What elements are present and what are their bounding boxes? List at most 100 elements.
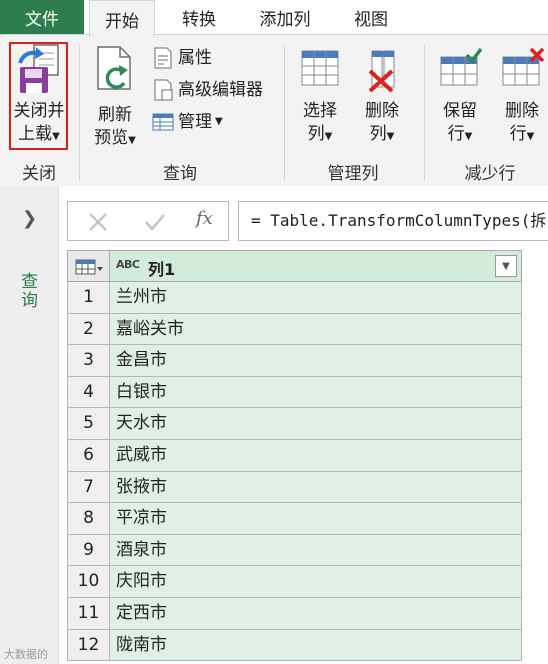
choose-columns-icon	[301, 50, 339, 86]
dropdown-caret-icon: ▼	[128, 135, 136, 146]
row-number[interactable]: 10	[67, 566, 110, 598]
table-cell[interactable]: 武威市	[110, 439, 522, 472]
table-icon	[75, 259, 103, 275]
table-cell[interactable]: 嘉峪关市	[110, 313, 522, 346]
manage-button[interactable]: 管理 ▼	[152, 111, 223, 133]
group-label-close: 关闭	[22, 164, 56, 184]
choose-columns-label-1: 选择	[303, 101, 337, 121]
row-number[interactable]: 7	[67, 471, 110, 504]
expand-pane-chevron-icon[interactable]: ❯	[22, 208, 37, 229]
properties-label: 属性	[178, 48, 212, 68]
table-row[interactable]: 8 平凉市	[67, 503, 522, 535]
row-number[interactable]: 11	[67, 597, 110, 630]
manage-icon	[152, 113, 174, 131]
row-number[interactable]: 6	[67, 439, 110, 472]
remove-columns-label-2: 列	[369, 124, 387, 144]
close-load-label-2: 上载	[18, 124, 53, 144]
table-cell[interactable]: 兰州市	[110, 282, 522, 314]
data-grid: ABC 列1 ▼ 1 兰州市 2 嘉峪关市 3 金昌市 4 白银市 5 天水市 6 武威市 …	[67, 250, 522, 662]
cancel-icon[interactable]	[88, 212, 108, 232]
close-and-load-button[interactable]: 关闭并 上载▼	[10, 43, 68, 148]
tab-add-column[interactable]: 添加列	[246, 0, 324, 34]
remove-columns-label-1: 删除	[365, 101, 399, 121]
dropdown-caret-icon: ▼	[324, 131, 333, 142]
table-row[interactable]: 6 武威市	[67, 439, 522, 472]
advanced-editor-label: 高级编辑器	[178, 80, 263, 100]
confirm-check-icon[interactable]	[144, 212, 166, 232]
ribbon-tab-bar: 文件 开始 转换 添加列 视图	[0, 0, 548, 37]
refresh-icon	[97, 46, 131, 90]
close-load-label-1: 关闭并	[13, 101, 65, 121]
table-cell[interactable]: 陇南市	[110, 629, 522, 662]
table-row[interactable]: 10 庆阳市	[67, 566, 522, 598]
remove-rows-icon	[502, 47, 545, 86]
choose-columns-label-2: 列	[307, 124, 325, 144]
table-row[interactable]: 2 嘉峪关市	[67, 313, 522, 346]
table-cell[interactable]: 平凉市	[110, 503, 522, 535]
table-cell[interactable]: 白银市	[110, 376, 522, 409]
keep-rows-label-1: 保留	[443, 101, 477, 121]
formula-input[interactable]: = Table.TransformColumnTypes(拆	[238, 201, 548, 241]
row-number[interactable]: 4	[67, 376, 110, 409]
table-cell[interactable]: 酒泉市	[110, 534, 522, 567]
row-number[interactable]: 2	[67, 313, 110, 346]
table-row[interactable]: 12 陇南市	[67, 629, 522, 662]
row-number[interactable]: 8	[67, 503, 110, 535]
group-label-query: 查询	[163, 164, 197, 184]
dropdown-caret-icon: ▼	[386, 131, 395, 142]
refresh-preview-label-1: 刷新	[98, 105, 132, 125]
table-row[interactable]: 11 定西市	[67, 597, 522, 630]
table-cell[interactable]: 定西市	[110, 597, 522, 630]
table-cell[interactable]: 天水市	[110, 408, 522, 440]
remove-rows-button[interactable]: 删除 行▼	[494, 47, 548, 148]
row-number[interactable]: 1	[67, 282, 110, 314]
remove-rows-label-1: 删除	[505, 101, 539, 121]
keep-rows-label-2: 行	[447, 124, 465, 144]
column-filter-dropdown[interactable]: ▼	[495, 255, 517, 277]
group-label-reduce-rows: 减少行	[464, 164, 516, 184]
refresh-preview-label-2: 预览	[94, 128, 129, 148]
dropdown-caret-icon: ▼	[52, 131, 60, 142]
text-type-icon[interactable]: ABC	[116, 258, 140, 271]
column-header[interactable]: ABC 列1 ▼	[110, 250, 522, 282]
keep-rows-button[interactable]: 保留 行▼	[432, 47, 488, 148]
advanced-editor-icon	[154, 79, 173, 101]
table-row[interactable]: 4 白银市	[67, 376, 522, 409]
row-number[interactable]: 5	[67, 408, 110, 440]
refresh-preview-button[interactable]: 刷新 预览▼	[86, 45, 144, 152]
group-separator	[284, 45, 285, 180]
row-number[interactable]: 3	[67, 345, 110, 377]
advanced-editor-button[interactable]: 高级编辑器	[152, 79, 263, 101]
table-row[interactable]: 1 兰州市	[67, 282, 522, 314]
tab-home[interactable]: 开始	[89, 0, 155, 37]
remove-columns-button[interactable]: 删除 列▼	[354, 47, 410, 148]
properties-button[interactable]: 属性	[152, 47, 212, 69]
choose-columns-button[interactable]: 选择 列▼	[292, 47, 348, 148]
group-label-manage-columns: 管理列	[327, 164, 379, 184]
grid-header-row: ABC 列1 ▼	[67, 250, 522, 282]
row-number[interactable]: 12	[67, 629, 110, 662]
table-cell[interactable]: 张掖市	[110, 471, 522, 504]
queries-pane-label: 查询	[17, 272, 37, 310]
tab-transform[interactable]: 转换	[166, 0, 232, 34]
dropdown-caret-icon: ▼	[215, 116, 223, 127]
chevron-down-icon: ▼	[502, 260, 510, 272]
table-cell[interactable]: 庆阳市	[110, 566, 522, 598]
formula-bar-tools: fx	[67, 201, 229, 241]
table-row[interactable]: 7 张掖市	[67, 471, 522, 504]
table-row[interactable]: 5 天水市	[67, 408, 522, 440]
ribbon: 关闭并 上载▼ 关闭 刷新 预览▼ 属性 高级编辑器 管理 ▼ 查询 选择 列▼…	[0, 34, 548, 186]
tab-view[interactable]: 视图	[338, 0, 404, 34]
manage-label: 管理	[178, 112, 212, 132]
table-row[interactable]: 9 酒泉市	[67, 534, 522, 567]
table-cell[interactable]: 金昌市	[110, 345, 522, 377]
table-row[interactable]: 3 金昌市	[67, 345, 522, 377]
row-number[interactable]: 9	[67, 534, 110, 567]
keep-rows-icon	[440, 47, 483, 86]
dropdown-caret-icon: ▼	[526, 131, 535, 142]
table-menu-button[interactable]	[67, 250, 110, 282]
fx-icon[interactable]: fx	[196, 208, 213, 229]
group-separator	[424, 45, 425, 180]
tab-file[interactable]: 文件	[0, 0, 84, 34]
remove-columns-icon	[368, 50, 395, 93]
